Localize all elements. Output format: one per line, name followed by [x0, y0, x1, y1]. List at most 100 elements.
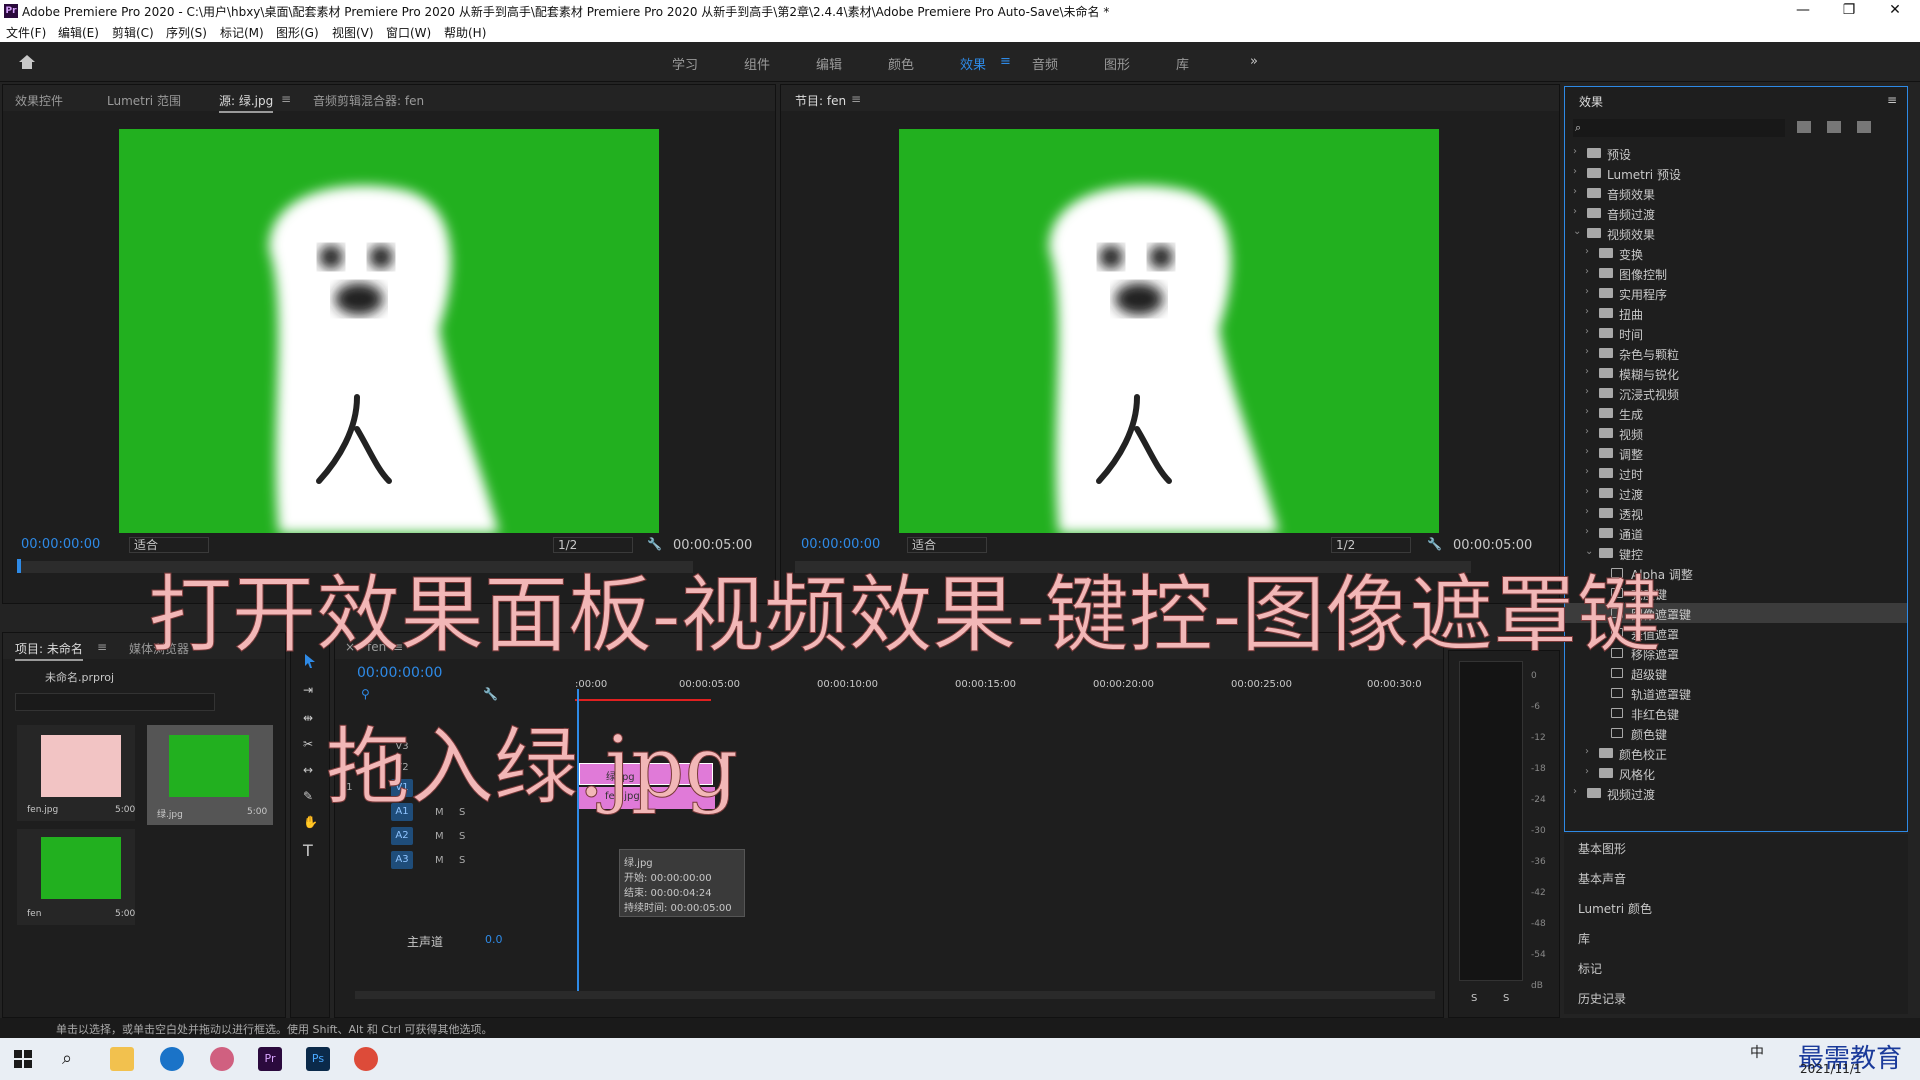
tab-lumetri-scopes[interactable]: Lumetri 范围 — [107, 92, 181, 109]
effects-folder[interactable]: › 预设 — [1565, 143, 1907, 163]
solo-right-button[interactable]: S — [1503, 993, 1509, 1004]
tab-audio-clip-mixer[interactable]: 音频剪辑混合器: fen — [313, 92, 424, 109]
mute-button[interactable]: M — [435, 831, 444, 842]
chevron-right-icon[interactable]: › — [1573, 186, 1583, 197]
chevron-right-icon[interactable]: › — [1573, 166, 1583, 177]
chevron-right-icon[interactable]: › — [1585, 346, 1595, 357]
effects-folder[interactable]: › 实用程序 — [1565, 283, 1907, 303]
chevron-right-icon[interactable]: › — [1573, 146, 1583, 157]
source-playhead[interactable] — [17, 559, 21, 573]
chrome-taskbar-icon[interactable] — [354, 1047, 378, 1071]
effects-folder[interactable]: › 过时 — [1565, 463, 1907, 483]
panel-menu-icon[interactable]: ≡ — [281, 92, 291, 106]
pen-tool-icon[interactable]: ✎ — [303, 789, 313, 803]
project-item[interactable]: fen 5:00 — [17, 829, 135, 925]
home-icon[interactable] — [18, 54, 36, 70]
panel-essential-graphics[interactable]: 基本图形 — [1578, 840, 1626, 857]
workspace-learn[interactable]: 学习 — [672, 54, 698, 73]
chevron-right-icon[interactable]: › — [1585, 326, 1595, 337]
effects-folder[interactable]: › 通道 — [1565, 523, 1907, 543]
chevron-right-icon[interactable]: › — [1585, 406, 1595, 417]
workspace-editing[interactable]: 编辑 — [816, 54, 842, 73]
menu-view[interactable]: 视图(V) — [332, 24, 374, 41]
chevron-right-icon[interactable]: › — [1585, 266, 1595, 277]
chevron-right-icon[interactable]: › — [1585, 446, 1595, 457]
minimize-button[interactable]: — — [1780, 0, 1826, 22]
effect-item[interactable]: 非红色键 — [1565, 703, 1907, 723]
type-tool-icon[interactable]: T — [303, 841, 313, 860]
master-volume[interactable]: 0.0 — [485, 933, 503, 946]
chevron-right-icon[interactable]: › — [1585, 746, 1595, 757]
effects-folder[interactable]: › 过渡 — [1565, 483, 1907, 503]
tab-project[interactable]: 项目: 未命名 — [15, 640, 83, 661]
menu-edit[interactable]: 编辑(E) — [58, 24, 99, 41]
effects-folder[interactable]: › 时间 — [1565, 323, 1907, 343]
app-icon[interactable] — [210, 1047, 234, 1071]
workspace-audio[interactable]: 音频 — [1032, 54, 1058, 73]
panel-libraries[interactable]: 库 — [1578, 930, 1590, 947]
chevron-right-icon[interactable]: › — [1585, 466, 1595, 477]
chevron-right-icon[interactable]: › — [1585, 306, 1595, 317]
ime-indicator[interactable]: 中 — [1750, 1042, 1764, 1062]
effects-menu-icon[interactable]: ≡ — [1887, 93, 1897, 107]
menu-file[interactable]: 文件(F) — [6, 24, 46, 41]
effects-folder[interactable]: › 视频过渡 — [1565, 783, 1907, 803]
effects-folder[interactable]: › 透视 — [1565, 503, 1907, 523]
chevron-right-icon[interactable]: › — [1585, 246, 1595, 257]
chevron-right-icon[interactable]: › — [1585, 286, 1595, 297]
effects-search-input[interactable] — [1573, 119, 1785, 137]
menu-clip[interactable]: 剪辑(C) — [112, 24, 154, 41]
menu-graphics[interactable]: 图形(G) — [276, 24, 319, 41]
effects-folder[interactable]: › 模糊与锐化 — [1565, 363, 1907, 383]
effects-folder[interactable]: › 图像控制 — [1565, 263, 1907, 283]
chevron-right-icon[interactable]: › — [1573, 786, 1583, 797]
file-explorer-icon[interactable] — [110, 1047, 134, 1071]
project-item[interactable]: fen.jpg 5:00 — [17, 725, 135, 821]
track-select-tool-icon[interactable]: ⇥ — [303, 683, 313, 697]
tab-program[interactable]: 节目: fen — [795, 92, 846, 111]
panel-essential-sound[interactable]: 基本声音 — [1578, 870, 1626, 887]
effects-folder[interactable]: › 变换 — [1565, 243, 1907, 263]
effects-folder[interactable]: › 生成 — [1565, 403, 1907, 423]
chevron-right-icon[interactable]: › — [1585, 426, 1595, 437]
menu-window[interactable]: 窗口(W) — [386, 24, 431, 41]
chevron-right-icon[interactable]: › — [1585, 486, 1595, 497]
effect-item[interactable]: 颜色键 — [1565, 723, 1907, 743]
effects-folder[interactable]: › 音频效果 — [1565, 183, 1907, 203]
chevron-right-icon[interactable]: › — [1585, 766, 1595, 777]
wrench-icon[interactable]: 🔧 — [483, 687, 498, 701]
tab-source[interactable]: 源: 绿.jpg — [219, 92, 274, 113]
chevron-right-icon[interactable]: › — [1585, 386, 1595, 397]
menu-marker[interactable]: 标记(M) — [220, 24, 264, 41]
razor-tool-icon[interactable]: ✂ — [303, 737, 313, 751]
track-a3-toggle[interactable]: A3 — [391, 851, 413, 869]
workspace-libraries[interactable]: 库 — [1176, 54, 1189, 73]
edge-browser-icon[interactable] — [160, 1047, 184, 1071]
premiere-taskbar-icon[interactable]: Pr — [258, 1047, 282, 1071]
panel-lumetri-color[interactable]: Lumetri 颜色 — [1578, 900, 1652, 917]
windows-start-icon[interactable] — [14, 1050, 32, 1068]
effects-folder[interactable]: › 音频过渡 — [1565, 203, 1907, 223]
workspace-menu-icon[interactable]: ≡ — [1000, 54, 1011, 69]
more-workspaces-icon[interactable]: » — [1250, 54, 1258, 69]
timeline-horizontal-scrollbar[interactable] — [355, 991, 1435, 999]
effects-folder[interactable]: ⌄ 视频效果 — [1565, 223, 1907, 243]
effects-folder[interactable]: › 扭曲 — [1565, 303, 1907, 323]
chevron-right-icon[interactable]: › — [1585, 526, 1595, 537]
slip-tool-icon[interactable]: ↔ — [303, 763, 313, 777]
tab-effect-controls[interactable]: 效果控件 — [15, 92, 63, 109]
hand-tool-icon[interactable]: ✋ — [303, 815, 318, 829]
accelerated-effects-icon[interactable] — [1797, 121, 1811, 133]
effect-item[interactable]: 轨道遮罩键 — [1565, 683, 1907, 703]
menu-help[interactable]: 帮助(H) — [444, 24, 486, 41]
yuv-effects-icon[interactable] — [1857, 121, 1871, 133]
effects-folder[interactable]: › Lumetri 预设 — [1565, 163, 1907, 183]
solo-button[interactable]: S — [459, 855, 465, 866]
chevron-right-icon[interactable]: › — [1573, 206, 1583, 217]
workspace-graphics[interactable]: 图形 — [1104, 54, 1130, 73]
chevron-right-icon[interactable]: › — [1585, 366, 1595, 377]
chevron-down-icon[interactable]: ⌄ — [1573, 226, 1583, 237]
effects-folder[interactable]: › 视频 — [1565, 423, 1907, 443]
workspace-color[interactable]: 颜色 — [888, 54, 914, 73]
close-button[interactable]: ✕ — [1872, 0, 1918, 22]
